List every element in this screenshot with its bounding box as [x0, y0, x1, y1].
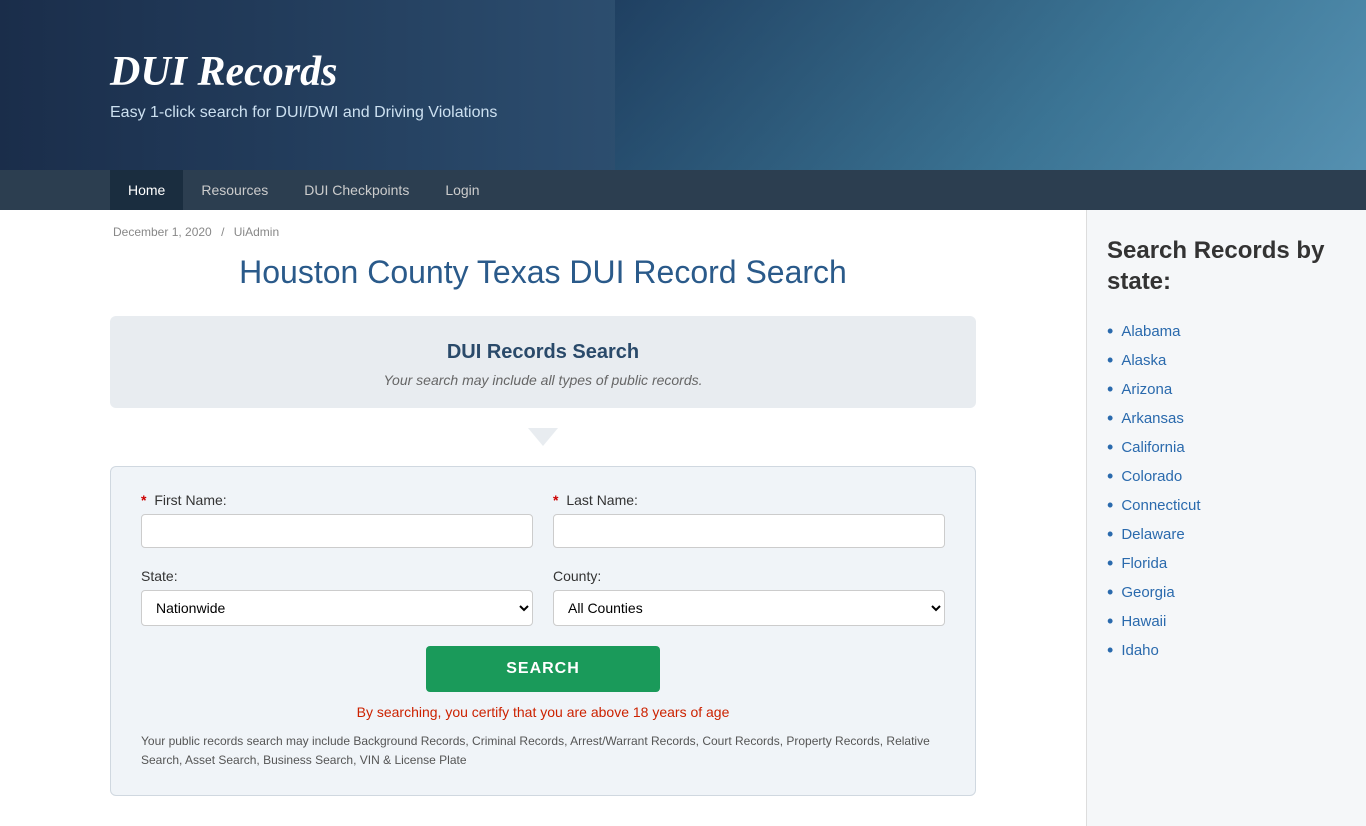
sidebar-item-georgia[interactable]: Georgia — [1121, 584, 1174, 601]
search-card-subtitle: Your search may include all types of pub… — [140, 372, 946, 388]
breadcrumb-separator: / — [221, 225, 224, 239]
list-item: Colorado — [1107, 462, 1346, 491]
main-nav: Home Resources DUI Checkpoints Login — [0, 170, 1366, 210]
sidebar: Search Records by state: Alabama Alaska … — [1086, 210, 1366, 826]
list-item: Arkansas — [1107, 404, 1346, 433]
records-disclaimer: Your public records search may include B… — [141, 732, 945, 770]
last-name-label: * Last Name: — [553, 492, 945, 508]
sidebar-item-idaho[interactable]: Idaho — [1121, 642, 1159, 659]
search-button-row: SEARCH — [141, 646, 945, 692]
sidebar-item-arkansas[interactable]: Arkansas — [1121, 410, 1184, 427]
first-name-label: * First Name: — [141, 492, 533, 508]
sidebar-title: Search Records by state: — [1107, 235, 1346, 297]
first-name-group: * First Name: — [141, 492, 533, 548]
sidebar-item-colorado[interactable]: Colorado — [1121, 468, 1182, 485]
sidebar-item-delaware[interactable]: Delaware — [1121, 526, 1184, 543]
nav-home[interactable]: Home — [110, 170, 183, 210]
breadcrumb: December 1, 2020 / UiAdmin — [110, 225, 976, 239]
content-wrapper: December 1, 2020 / UiAdmin Houston Count… — [0, 210, 1366, 826]
location-row: State: Nationwide Alabama Alaska Arizona… — [141, 568, 945, 626]
sidebar-item-arizona[interactable]: Arizona — [1121, 381, 1172, 398]
list-item: Delaware — [1107, 520, 1346, 549]
search-form: * First Name: * Last Name: State: — [110, 466, 976, 796]
sidebar-item-hawaii[interactable]: Hawaii — [1121, 613, 1166, 630]
nav-resources[interactable]: Resources — [183, 170, 286, 210]
search-card: DUI Records Search Your search may inclu… — [110, 316, 976, 408]
first-name-label-text: First Name: — [154, 492, 226, 508]
nav-dui-checkpoints[interactable]: DUI Checkpoints — [286, 170, 427, 210]
age-disclaimer: By searching, you certify that you are a… — [141, 704, 945, 720]
main-content: December 1, 2020 / UiAdmin Houston Count… — [0, 210, 1086, 826]
sidebar-item-florida[interactable]: Florida — [1121, 555, 1167, 572]
state-select[interactable]: Nationwide Alabama Alaska Arizona Arkans… — [141, 590, 533, 626]
first-name-input[interactable] — [141, 514, 533, 548]
sidebar-item-alaska[interactable]: Alaska — [1121, 352, 1166, 369]
first-name-required-marker: * — [141, 492, 146, 508]
search-button[interactable]: SEARCH — [426, 646, 660, 692]
list-item: Connecticut — [1107, 491, 1346, 520]
sidebar-state-list: Alabama Alaska Arizona Arkansas Californ… — [1107, 317, 1346, 665]
county-group: County: All Counties Houston County — [553, 568, 945, 626]
breadcrumb-author: UiAdmin — [234, 225, 279, 239]
list-item: Idaho — [1107, 636, 1346, 665]
county-select[interactable]: All Counties Houston County — [553, 590, 945, 626]
last-name-required-marker: * — [553, 492, 558, 508]
site-title: DUI Records — [110, 48, 497, 96]
last-name-group: * Last Name: — [553, 492, 945, 548]
arrow-down-decoration — [528, 428, 558, 446]
last-name-input[interactable] — [553, 514, 945, 548]
page-title: Houston County Texas DUI Record Search — [110, 254, 976, 291]
site-header: DUI Records Easy 1-click search for DUI/… — [0, 0, 1366, 170]
list-item: Arizona — [1107, 375, 1346, 404]
list-item: Florida — [1107, 549, 1346, 578]
sidebar-item-alabama[interactable]: Alabama — [1121, 323, 1180, 340]
nav-login[interactable]: Login — [427, 170, 497, 210]
county-label: County: — [553, 568, 945, 584]
search-card-title: DUI Records Search — [140, 341, 946, 364]
list-item: California — [1107, 433, 1346, 462]
list-item: Hawaii — [1107, 607, 1346, 636]
list-item: Alaska — [1107, 346, 1346, 375]
last-name-label-text: Last Name: — [566, 492, 638, 508]
name-row: * First Name: * Last Name: — [141, 492, 945, 548]
sidebar-item-connecticut[interactable]: Connecticut — [1121, 497, 1200, 514]
sidebar-item-california[interactable]: California — [1121, 439, 1184, 456]
list-item: Alabama — [1107, 317, 1346, 346]
site-tagline: Easy 1-click search for DUI/DWI and Driv… — [110, 104, 497, 121]
list-item: Georgia — [1107, 578, 1346, 607]
state-label: State: — [141, 568, 533, 584]
state-group: State: Nationwide Alabama Alaska Arizona… — [141, 568, 533, 626]
breadcrumb-date: December 1, 2020 — [113, 225, 212, 239]
